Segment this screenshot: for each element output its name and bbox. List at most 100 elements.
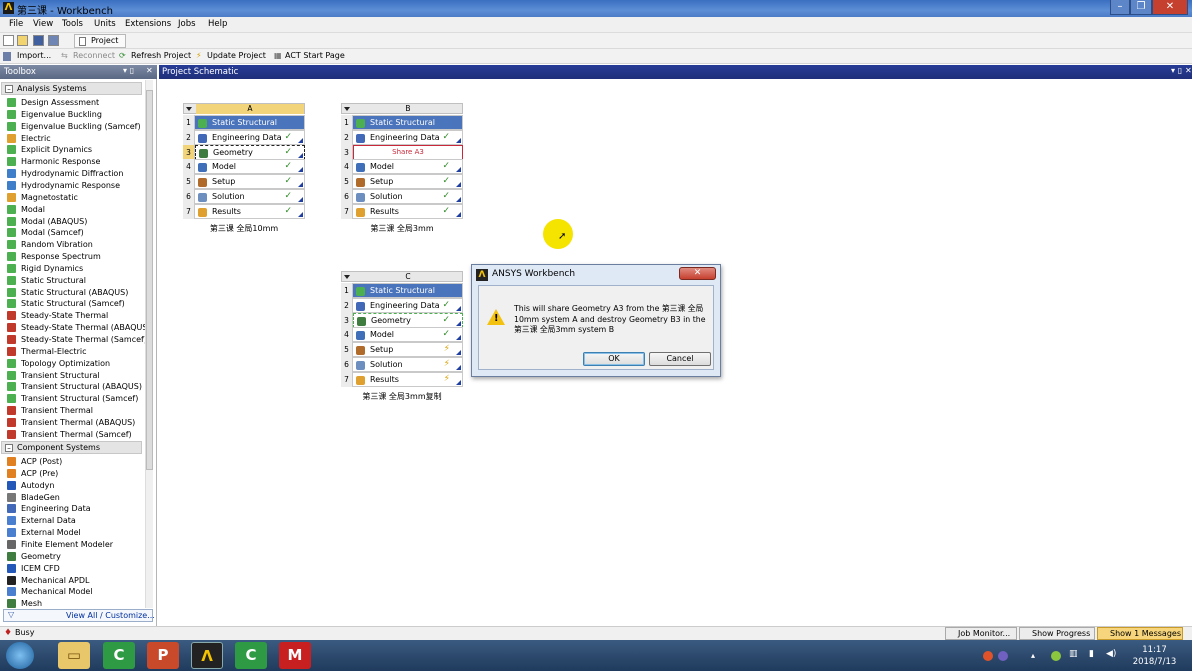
system-cell-row[interactable]: 2 Engineering Data ✓ (183, 129, 305, 145)
system-cell[interactable]: Static Structural (353, 115, 463, 130)
camtasia-recorder-icon[interactable]: C (235, 642, 267, 669)
tray-volume-icon[interactable]: ◀) (1106, 649, 1116, 659)
system-caption[interactable]: 第三课 全局3mm复制 (341, 391, 463, 402)
close-button[interactable]: ✕ (1152, 0, 1188, 15)
system-cell[interactable]: Solution ✓ (195, 189, 305, 204)
clock[interactable]: 11:17 2018/7/13 (1127, 644, 1182, 668)
tray-app-icon[interactable] (983, 651, 993, 661)
system-cell-row[interactable]: 1 Static Structural (341, 115, 463, 130)
tab-project[interactable]: Project (74, 34, 126, 48)
update-project-button[interactable]: Update Project (207, 51, 266, 60)
system-cell-row[interactable]: 6 Solution ✓ (183, 189, 305, 204)
system-cell[interactable]: Engineering Data ✓ (353, 129, 463, 145)
minimize-button[interactable]: – (1110, 0, 1130, 15)
collapse-icon[interactable]: – (5, 85, 13, 93)
system-cell[interactable]: Engineering Data ✓ (195, 129, 305, 145)
save-as-icon[interactable] (48, 35, 59, 46)
maximize-button[interactable]: ❐ (1130, 0, 1152, 15)
system-cell-row[interactable]: 4 Model ✓ (183, 159, 305, 175)
view-all-customize-button[interactable]: ▽ View All / Customize... (3, 609, 155, 622)
system-cell[interactable]: Model ✓ (195, 159, 305, 175)
system-cell[interactable]: Results ✓ (195, 203, 305, 219)
ansys-taskbar-icon[interactable]: Λ (191, 642, 223, 669)
system-cell-row[interactable]: 3 Geometry ✓ (341, 312, 463, 328)
tray-battery-icon[interactable]: ▮ (1089, 649, 1094, 659)
menu-tools[interactable]: Tools (62, 19, 83, 29)
system-cell[interactable]: Setup ✓ (353, 174, 463, 190)
menu-jobs[interactable]: Jobs (178, 19, 196, 29)
system-cell[interactable]: Solution ✓ (353, 189, 463, 204)
system-cell[interactable]: Static Structural (195, 115, 305, 130)
pin-icon[interactable]: ▾ ▯ (123, 66, 134, 75)
system-cell-row[interactable]: 3 Geometry ✓ (183, 144, 305, 160)
reconnect-button[interactable]: Reconnect (73, 51, 115, 60)
m-app-icon[interactable]: M (279, 642, 311, 669)
system-cell-row[interactable]: 7 Results ✓ (183, 203, 305, 219)
system-header[interactable]: C (341, 271, 463, 282)
job-monitor-button[interactable]: Job Monitor... (945, 627, 1017, 640)
system-cell-row[interactable]: 2 Engineering Data ✓ (341, 129, 463, 145)
menu-view[interactable]: View (33, 19, 53, 29)
open-icon[interactable] (17, 35, 28, 46)
pin-icon[interactable]: ▾ ▯ (1171, 66, 1182, 75)
system-cell[interactable]: Geometry ✓ (195, 144, 305, 160)
system-cell-row[interactable]: 6 Solution ✓ (341, 189, 463, 204)
menu-help[interactable]: Help (208, 19, 227, 29)
system-menu-icon[interactable] (344, 107, 350, 111)
toolbox-scrollbar[interactable] (145, 80, 153, 608)
powerpoint-icon[interactable]: P (147, 642, 179, 669)
menu-file[interactable]: File (9, 19, 23, 29)
system-cell-row[interactable]: 5 Setup ✓ (341, 174, 463, 190)
system-cell[interactable]: Model ✓ (353, 159, 463, 175)
system-cell-row[interactable]: 7 Results ⚡ (341, 371, 463, 387)
system-cell[interactable]: Results ✓ (353, 203, 463, 219)
system-cell-row[interactable]: 6 Solution ⚡ (341, 357, 463, 372)
toolbox-close-icon[interactable]: ✕ (146, 66, 153, 75)
system-cell-row[interactable]: 1 Static Structural (183, 115, 305, 130)
menu-extensions[interactable]: Extensions (125, 19, 171, 29)
system-caption[interactable]: 第三课 全局3mm (341, 223, 463, 234)
system-cell[interactable]: Share A3 (353, 144, 463, 160)
scrollbar-thumb[interactable] (146, 90, 153, 470)
dialog-close-button[interactable]: ✕ (679, 267, 716, 280)
explorer-icon[interactable]: ▭ (58, 642, 90, 669)
system-header[interactable]: B (341, 103, 463, 114)
system-cell-row[interactable]: 5 Setup ⚡ (341, 342, 463, 358)
system-cell[interactable]: Solution ⚡ (353, 357, 463, 372)
system-caption[interactable]: 第三课 全局10mm (183, 223, 305, 234)
camtasia-icon[interactable]: C (103, 642, 135, 669)
system-cell[interactable]: Engineering Data ✓ (353, 297, 463, 313)
system-cell-row[interactable]: 1 Static Structural (341, 283, 463, 298)
tray-signal-icon[interactable]: ▥ (1069, 649, 1078, 659)
system-cell-row[interactable]: 5 Setup ✓ (183, 174, 305, 190)
show-messages-button[interactable]: Show 1 Messages (1097, 627, 1183, 640)
system-cell-row[interactable]: 4 Model ✓ (341, 159, 463, 175)
system-menu-icon[interactable] (186, 107, 192, 111)
system-header[interactable]: A (183, 103, 305, 114)
system-cell[interactable]: Results ⚡ (353, 371, 463, 387)
system-cell[interactable]: Geometry ✓ (353, 312, 463, 328)
system-cell[interactable]: Setup ✓ (195, 174, 305, 190)
import-button[interactable]: Import... (17, 51, 51, 60)
tray-help-icon[interactable] (998, 651, 1008, 661)
schematic-close-icon[interactable]: ✕ (1185, 66, 1192, 75)
start-button[interactable] (6, 642, 34, 669)
system-cell-row[interactable]: 3 Share A3 (341, 144, 463, 160)
collapse-icon[interactable]: – (5, 444, 13, 452)
ok-button[interactable]: OK (583, 352, 645, 366)
cancel-button[interactable]: Cancel (649, 352, 711, 366)
act-start-page-button[interactable]: ACT Start Page (285, 51, 345, 60)
refresh-project-button[interactable]: Refresh Project (131, 51, 191, 60)
analysis-systems-header[interactable]: – Analysis Systems (1, 82, 142, 95)
new-icon[interactable] (3, 35, 14, 46)
system-menu-icon[interactable] (344, 275, 350, 279)
system-cell-row[interactable]: 4 Model ✓ (341, 327, 463, 343)
save-icon[interactable] (33, 35, 44, 46)
tray-expand-icon[interactable]: ▴ (1031, 651, 1035, 660)
system-cell[interactable]: Setup ⚡ (353, 342, 463, 358)
menu-units[interactable]: Units (94, 19, 116, 29)
tray-network-icon[interactable] (1051, 651, 1061, 661)
show-progress-button[interactable]: Show Progress (1019, 627, 1095, 640)
system-cell-row[interactable]: 7 Results ✓ (341, 203, 463, 219)
system-cell[interactable]: Static Structural (353, 283, 463, 298)
